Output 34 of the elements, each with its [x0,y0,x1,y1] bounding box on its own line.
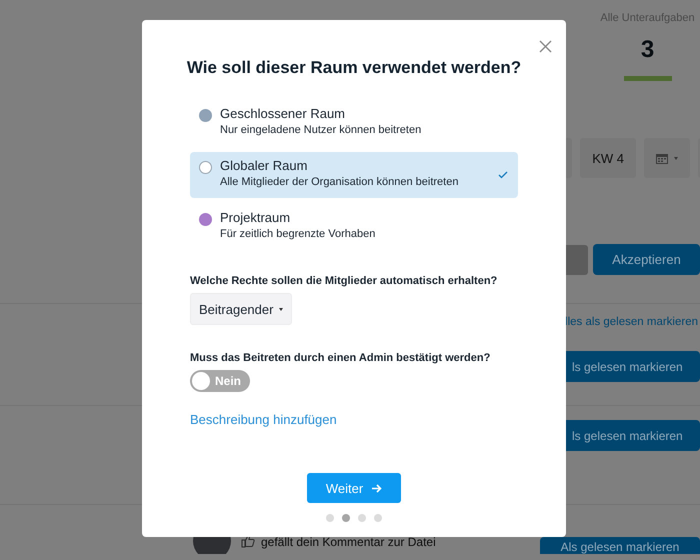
dialog-title: Wie soll dieser Raum verwendet werden? [186,58,522,78]
approval-toggle[interactable]: Nein [190,370,250,392]
question-label: Muss das Beitreten durch einen Admin bestätigt werden? [190,352,490,364]
rights-dropdown[interactable]: Beitragender [190,293,292,325]
accept-button[interactable]: Akzeptieren [593,244,700,275]
option-title: Globaler Raum [220,158,308,173]
next-button[interactable]: Weiter [307,473,401,503]
thumbs-up-icon [241,534,255,548]
step-dot[interactable] [374,514,382,522]
question-label: Welche Rechte sollen die Mitglieder automatisch erhalten? [190,275,498,287]
room-type-option[interactable]: Geschlossener Raum Nur eingeladene Nutzer können beitreten [190,100,518,146]
option-description: Nur eingeladene Nutzer können beitreten [220,124,422,136]
step-dot[interactable] [358,514,366,522]
option-title: Projektraum [220,210,292,225]
close-button[interactable] [539,40,552,53]
notification-text: gefällt dein Kommentar zur Datei [261,535,436,549]
calendar-button[interactable] [644,138,690,178]
calendar-icon [656,152,668,164]
arrow-right-icon [372,484,382,492]
stat-value: 3 [640,36,654,64]
option-description: Für zeitlich begrenzte Vorhaben [220,228,376,240]
caret-icon [674,156,678,160]
checkmark-icon [498,171,508,179]
option-description: Alle Mitglieder der Organisation können beitreten [220,176,460,188]
step-dot[interactable] [326,514,334,522]
caret-icon [279,308,284,310]
week-button[interactable]: KW 4 [580,138,636,178]
step-dot[interactable] [342,514,350,522]
mark-read-button[interactable]: Als gelesen markieren [540,537,700,554]
room-type-option[interactable]: Globaler Raum Alle Mitglieder der Organisation können beitreten [190,152,518,198]
mark-all-read-link[interactable]: lles als gelesen markieren [565,316,698,328]
add-description-link[interactable]: Beschreibung hinzufügen [190,412,337,427]
room-type-option[interactable]: Projektraum Für zeitlich begrenzte Vorhaben [190,204,518,250]
option-title: Geschlossener Raum [220,106,346,121]
